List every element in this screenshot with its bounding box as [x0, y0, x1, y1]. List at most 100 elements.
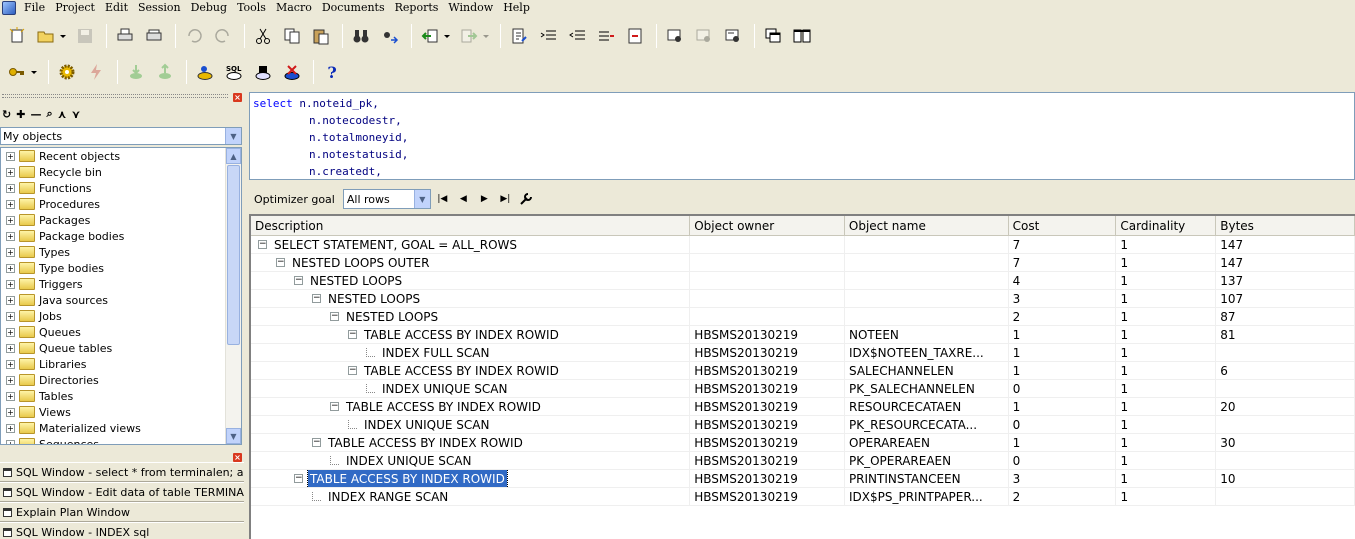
tree-item[interactable]: + Views — [1, 404, 241, 420]
expand-icon[interactable]: + — [6, 375, 15, 385]
sort-icon[interactable]: ⋎ — [72, 108, 81, 121]
tree-item[interactable]: + Tables — [1, 388, 241, 404]
scroll-up-icon[interactable]: ▲ — [226, 148, 241, 164]
comment-button[interactable] — [593, 23, 619, 49]
commit-button[interactable] — [123, 59, 149, 85]
tree-scrollbar[interactable]: ▲ ▼ — [225, 148, 241, 444]
menu-window[interactable]: Window — [444, 1, 499, 15]
panel-grip[interactable] — [2, 94, 228, 98]
plan-row[interactable]: − SELECT STATEMENT, GOAL = ALL_ROWS 7 1 147 — [251, 236, 1355, 254]
expand-icon[interactable]: + — [6, 151, 15, 161]
plan-row[interactable]: − NESTED LOOPS OUTER 7 1 147 — [251, 254, 1355, 272]
find-button[interactable] — [348, 23, 374, 49]
cut-button[interactable] — [250, 23, 276, 49]
column-header-cardinality[interactable]: Cardinality — [1116, 216, 1217, 235]
open-dropdown[interactable] — [58, 23, 68, 49]
expand-icon[interactable]: + — [6, 183, 15, 193]
next-button[interactable]: ▶ — [475, 190, 494, 208]
chevron-down-icon[interactable]: ▼ — [413, 190, 430, 208]
plan-row[interactable]: − TABLE ACCESS BY INDEX ROWID HBSMS2013021… — [251, 326, 1355, 344]
column-header-bytes[interactable]: Bytes — [1216, 216, 1355, 235]
uncomment-button[interactable] — [622, 23, 648, 49]
expand-icon[interactable]: + — [6, 327, 15, 337]
cascade-windows-button[interactable] — [760, 23, 786, 49]
collapse-icon[interactable]: − — [294, 276, 303, 285]
tree-item[interactable]: + Procedures — [1, 196, 241, 212]
db-lock-button[interactable] — [250, 59, 276, 85]
explain-button[interactable] — [720, 23, 746, 49]
column-header-description[interactable]: Description — [251, 216, 691, 235]
column-header-object-owner[interactable]: Object owner — [690, 216, 845, 235]
plan-row[interactable]: INDEX UNIQUE SCAN HBSMS20130219 PK_SALECHA… — [251, 380, 1355, 398]
execute-button[interactable] — [662, 23, 688, 49]
break-button[interactable] — [691, 23, 717, 49]
expand-icon[interactable]: + — [6, 343, 15, 353]
undo-button[interactable] — [181, 23, 207, 49]
expand-icon[interactable]: + — [6, 279, 15, 289]
collapse-icon[interactable]: − — [312, 294, 321, 303]
tree-item[interactable]: + Types — [1, 244, 241, 260]
tree-item[interactable]: + Sequences — [1, 436, 241, 444]
expand-icon[interactable]: + — [6, 439, 15, 444]
expand-icon[interactable]: + — [6, 359, 15, 369]
help-button[interactable]: ? — [319, 59, 345, 85]
tree-item[interactable]: + Directories — [1, 372, 241, 388]
forward-button[interactable] — [456, 23, 482, 49]
redo-button[interactable] — [210, 23, 236, 49]
tree-item[interactable]: + Queue tables — [1, 340, 241, 356]
plan-row[interactable]: INDEX UNIQUE SCAN HBSMS20130219 PK_OPERARE… — [251, 452, 1355, 470]
execute-gear-button[interactable] — [54, 59, 80, 85]
expand-icon[interactable]: + — [6, 247, 15, 257]
menu-project[interactable]: Project — [51, 1, 101, 15]
plan-row[interactable]: INDEX UNIQUE SCAN HBSMS20130219 PK_RESOURC… — [251, 416, 1355, 434]
log-on-dropdown[interactable] — [29, 59, 39, 85]
expand-icon[interactable]: + — [6, 295, 15, 305]
tree-item[interactable]: + Recent objects — [1, 148, 241, 164]
expand-icon[interactable]: + — [6, 423, 15, 433]
break-execution-button[interactable] — [83, 59, 109, 85]
plan-row[interactable]: − NESTED LOOPS 4 1 137 — [251, 272, 1355, 290]
window-list-item[interactable]: SQL Window - select * from terminalen; a… — [0, 462, 244, 482]
expand-icon[interactable]: + — [6, 391, 15, 401]
expand-icon[interactable]: + — [6, 167, 15, 177]
menu-edit[interactable]: Edit — [101, 1, 134, 15]
forward-dropdown[interactable] — [481, 23, 491, 49]
add-icon[interactable]: ✚ — [16, 108, 25, 121]
menu-documents[interactable]: Documents — [318, 1, 391, 15]
refresh-icon[interactable]: ↻ — [2, 108, 11, 121]
tree-item[interactable]: + Recycle bin — [1, 164, 241, 180]
previous-button[interactable]: ◀ — [454, 190, 473, 208]
column-header-object-name[interactable]: Object name — [845, 216, 1009, 235]
expand-icon[interactable]: + — [6, 215, 15, 225]
collapse-icon[interactable]: − — [330, 312, 339, 321]
sql-db-button[interactable]: SQL — [221, 59, 247, 85]
panel-close-button[interactable]: × — [233, 93, 242, 102]
print-preview-button[interactable] — [141, 23, 167, 49]
back-button[interactable] — [417, 23, 443, 49]
filter-icon[interactable]: ⋏ — [58, 108, 67, 121]
new-button[interactable] — [4, 23, 30, 49]
expand-icon[interactable]: + — [6, 263, 15, 273]
window-list-close-button[interactable]: × — [233, 453, 242, 462]
plan-row[interactable]: − NESTED LOOPS 3 1 107 — [251, 290, 1355, 308]
rollback-button[interactable] — [152, 59, 178, 85]
plan-row[interactable]: − TABLE ACCESS BY INDEX ROWID HBSMS2013021… — [251, 362, 1355, 380]
db-user-button[interactable] — [192, 59, 218, 85]
save-button[interactable] — [72, 23, 98, 49]
scroll-thumb[interactable] — [227, 165, 240, 345]
collapse-icon[interactable]: − — [294, 474, 303, 483]
db-disconnect-button[interactable] — [279, 59, 305, 85]
expand-icon[interactable]: + — [6, 199, 15, 209]
sql-editor[interactable]: select n.noteid_pk, n.notecodestr, n.total… — [249, 92, 1355, 180]
edit-document-button[interactable] — [506, 23, 532, 49]
tree-item[interactable]: + Jobs — [1, 308, 241, 324]
collapse-icon[interactable]: − — [348, 330, 357, 339]
back-dropdown[interactable] — [442, 23, 452, 49]
replace-button[interactable] — [377, 23, 403, 49]
collapse-icon[interactable]: − — [276, 258, 285, 267]
optimizer-goal-select[interactable]: All rows ▼ — [342, 189, 431, 209]
tree-item[interactable]: + Packages — [1, 212, 241, 228]
expand-icon[interactable]: + — [6, 231, 15, 241]
find-icon[interactable]: ⌕ — [46, 107, 52, 121]
collapse-icon[interactable]: − — [330, 402, 339, 411]
